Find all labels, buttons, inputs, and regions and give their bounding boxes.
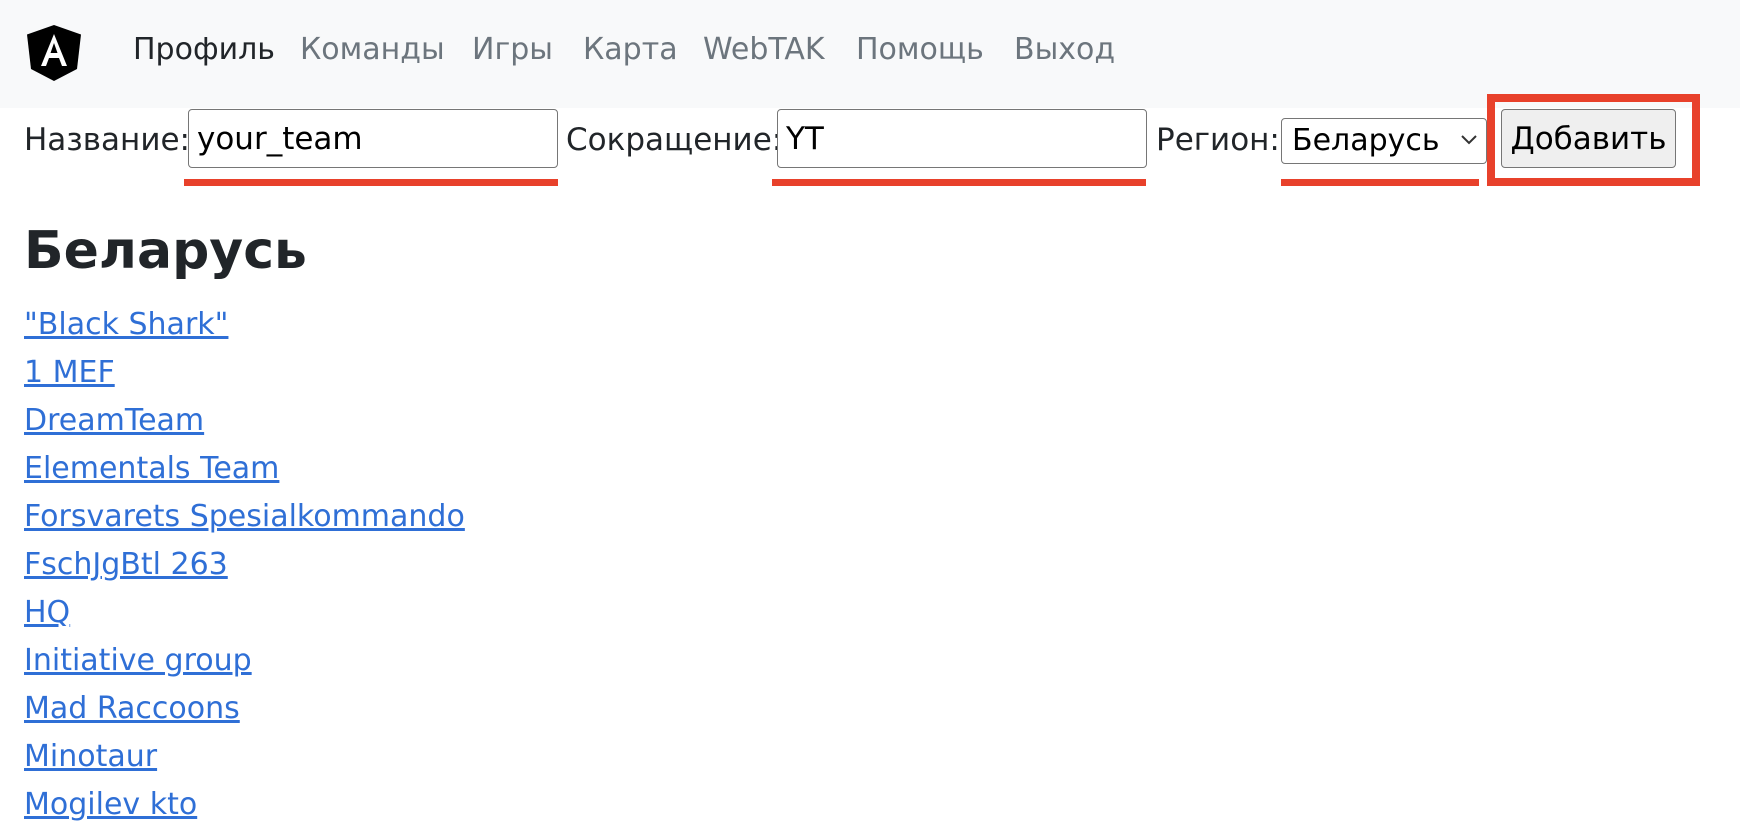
team-list: "Black Shark" 1 MEF DreamTeam Elementals…	[24, 304, 924, 832]
team-link[interactable]: HQ	[24, 592, 924, 640]
top-navbar: Профиль Команды Игры Карта WebTAK Помощь…	[0, 0, 1740, 108]
chevron-down-icon	[1461, 135, 1477, 145]
team-link[interactable]: 1 MEF	[24, 352, 924, 400]
team-link[interactable]: DreamTeam	[24, 400, 924, 448]
abbreviation-input-annotation-underline	[772, 179, 1146, 186]
team-link[interactable]: Forsvarets Spesialkommando	[24, 496, 924, 544]
name-input[interactable]	[188, 109, 558, 168]
nav-profile[interactable]: Профиль	[133, 30, 275, 70]
region-heading: Беларусь	[24, 221, 307, 281]
nav-help[interactable]: Помощь	[856, 30, 984, 70]
name-input-annotation-underline	[184, 179, 558, 186]
nav-teams[interactable]: Команды	[300, 30, 445, 70]
team-link[interactable]: "Black Shark"	[24, 304, 924, 352]
name-label: Название:	[24, 122, 190, 158]
nav-webtak[interactable]: WebTAK	[703, 30, 825, 70]
nav-games[interactable]: Игры	[472, 30, 553, 70]
team-link[interactable]: Initiative group	[24, 640, 924, 688]
region-select-value: Беларусь	[1292, 123, 1440, 158]
region-label: Регион:	[1156, 122, 1280, 158]
region-select[interactable]: Беларусь	[1281, 118, 1487, 164]
angular-logo-icon[interactable]	[27, 25, 81, 81]
region-select-annotation-underline	[1281, 179, 1479, 186]
team-link[interactable]: Mogilev kto	[24, 784, 924, 832]
team-link[interactable]: Minotaur	[24, 736, 924, 784]
abbreviation-input[interactable]	[777, 109, 1147, 168]
nav-map[interactable]: Карта	[583, 30, 678, 70]
team-link[interactable]: Mad Raccoons	[24, 688, 924, 736]
team-link[interactable]: Elementals Team	[24, 448, 924, 496]
team-link[interactable]: FschJgBtl 263	[24, 544, 924, 592]
nav-logout[interactable]: Выход	[1014, 30, 1115, 70]
add-button-annotation-box	[1487, 94, 1700, 186]
abbreviation-label: Сокращение:	[566, 122, 783, 158]
